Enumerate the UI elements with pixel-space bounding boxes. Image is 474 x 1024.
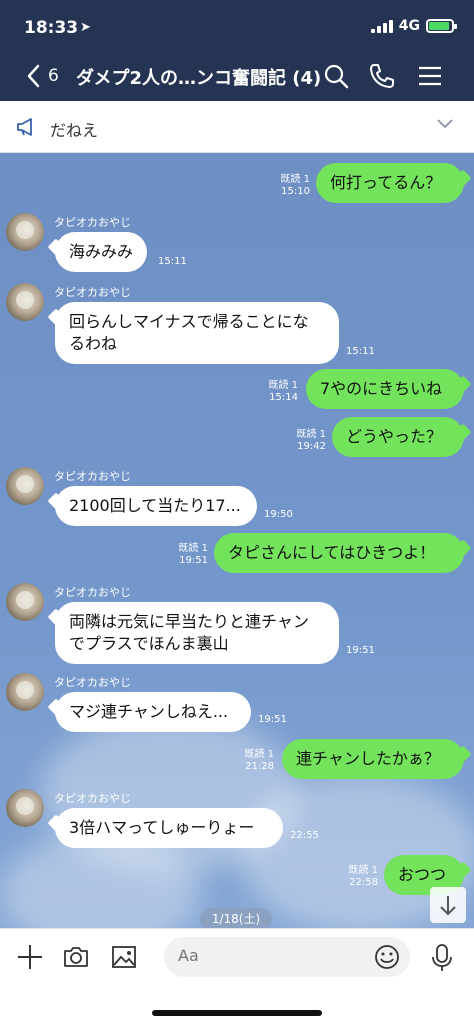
back-count: 6 — [48, 66, 59, 86]
camera-icon[interactable] — [62, 943, 90, 971]
scroll-to-bottom-button[interactable] — [430, 887, 466, 923]
message-text: 連チャンしたかぁ？ — [296, 749, 440, 768]
message-text: 回らんしマイナスで帰ることにな — [69, 312, 309, 331]
avatar[interactable] — [6, 789, 44, 827]
sender-name: タピオカおやじ — [54, 286, 131, 299]
message-bubble-incoming[interactable]: 2100回して当たり17... — [55, 486, 257, 526]
arrow-down-icon — [440, 896, 456, 916]
message-bubble-outgoing[interactable]: どうやった？ — [332, 417, 464, 457]
message-meta: 既読 1 15:10 — [280, 174, 310, 198]
call-button[interactable] — [368, 62, 396, 90]
message-bubble-outgoing[interactable]: 7やのにきちいね — [306, 369, 464, 409]
network-label: 4G — [398, 18, 420, 34]
read-receipt: 既読 1 — [280, 174, 310, 185]
message-time: 22:55 — [290, 830, 319, 841]
plus-icon[interactable] — [16, 943, 44, 971]
message-bubble-incoming[interactable]: 3倍ハマってしゅーりょー — [55, 808, 283, 848]
message-time: 15:11 — [346, 346, 375, 357]
chat-title: ダメプ2人の…ンコ奮闘記 (4) — [76, 68, 322, 89]
message-bubble-incoming[interactable]: 回らんしマイナスで帰ることにな るわね — [55, 302, 339, 364]
battery-icon — [426, 19, 457, 33]
menu-icon — [419, 66, 441, 86]
message-meta: 既読 1 21:28 — [244, 749, 274, 773]
avatar[interactable] — [6, 213, 44, 251]
message-meta: 既読 1 15:14 — [268, 380, 298, 404]
read-receipt: 既読 1 — [348, 865, 378, 876]
chat-area[interactable]: 既読 1 15:10 何打ってるん？ タピオカおやじ 海みみみ 15:11 タピ… — [0, 153, 474, 928]
back-button[interactable]: 6 — [26, 62, 66, 90]
avatar[interactable] — [6, 283, 44, 321]
avatar[interactable] — [6, 673, 44, 711]
signal-icon — [370, 19, 393, 33]
announcement-bar[interactable]: だねえ — [0, 101, 474, 153]
message-time: 15:11 — [158, 256, 187, 267]
sender-name: タピオカおやじ — [54, 470, 131, 483]
read-receipt: 既読 1 — [268, 380, 298, 391]
message-text: 7やのにきちいね — [320, 379, 443, 398]
phone-icon — [370, 64, 394, 88]
message-bubble-incoming[interactable]: 海みみみ — [55, 232, 148, 272]
message-bubble-outgoing[interactable]: 何打ってるん？ — [316, 163, 464, 203]
sender-name: タピオカおやじ — [54, 676, 131, 689]
location-arrow-icon: ➤ — [80, 20, 91, 35]
back-chevron-icon — [27, 64, 40, 88]
message-time: 15:14 — [269, 392, 298, 403]
image-icon[interactable] — [110, 943, 138, 971]
message-input-container[interactable] — [164, 937, 410, 977]
status-indicators: 4G — [370, 18, 457, 34]
message-input-bar — [0, 928, 474, 1024]
microphone-icon[interactable] — [428, 943, 456, 973]
message-time: 21:28 — [245, 761, 274, 772]
read-receipt: 既読 1 — [244, 749, 274, 760]
home-indicator — [152, 1010, 322, 1016]
sender-name: タピオカおやじ — [54, 586, 131, 599]
message-text: おつつ — [398, 865, 447, 884]
app-header: 18:33 ➤ 4G 6 ダメプ2人の…ンコ奮闘記 (4) — [0, 0, 474, 101]
status-time: 18:33 — [24, 18, 79, 38]
message-text: どうやった？ — [346, 427, 443, 446]
read-receipt: 既読 1 — [178, 543, 208, 554]
avatar[interactable] — [6, 467, 44, 505]
message-bubble-incoming[interactable]: 両隣は元気に早当たりと連チャン でプラスでほんま裏山 — [55, 602, 339, 664]
message-time: 15:10 — [281, 186, 310, 197]
message-text: マジ連チャンしねえ... — [69, 702, 229, 721]
sender-name: タピオカおやじ — [54, 792, 131, 805]
message-bubble-outgoing[interactable]: タピさんにしてはひきつよ！ — [214, 533, 464, 573]
message-text: るわね — [69, 334, 118, 353]
search-icon — [324, 64, 349, 89]
message-time: 19:42 — [297, 441, 326, 452]
message-text: タピさんにしてはひきつよ！ — [228, 543, 436, 562]
megaphone-icon — [17, 118, 32, 136]
sender-name: タピオカおやじ — [54, 216, 131, 229]
avatar[interactable] — [6, 583, 44, 621]
message-time: 19:51 — [346, 645, 375, 656]
message-text: でプラスでほんま裏山 — [69, 634, 229, 653]
message-time: 19:51 — [179, 555, 208, 566]
message-meta: 既読 1 22:58 — [348, 865, 378, 889]
read-receipt: 既読 1 — [296, 429, 326, 440]
message-text: 2100回して当たり17... — [69, 496, 241, 515]
message-meta: 既読 1 19:42 — [296, 429, 326, 453]
emoji-icon[interactable] — [374, 944, 400, 970]
message-time: 19:50 — [264, 509, 293, 520]
menu-button[interactable] — [416, 62, 444, 90]
message-text: 両隣は元気に早当たりと連チャン — [69, 612, 309, 631]
message-meta: 既読 1 19:51 — [178, 543, 208, 567]
message-text: 何打ってるん？ — [330, 173, 442, 192]
message-text: 海みみみ — [69, 242, 134, 261]
message-time: 22:58 — [349, 877, 378, 888]
message-text: 3倍ハマってしゅーりょー — [69, 818, 255, 837]
message-time: 19:51 — [258, 714, 287, 725]
search-button[interactable] — [322, 62, 350, 90]
chevron-down-icon[interactable] — [436, 117, 454, 129]
message-bubble-outgoing[interactable]: 連チャンしたかぁ？ — [282, 739, 464, 779]
date-separator: 1/18(土) — [200, 908, 272, 928]
message-input[interactable] — [178, 946, 358, 965]
message-bubble-incoming[interactable]: マジ連チャンしねえ... — [55, 692, 251, 732]
announcement-text: だねえ — [50, 121, 99, 140]
